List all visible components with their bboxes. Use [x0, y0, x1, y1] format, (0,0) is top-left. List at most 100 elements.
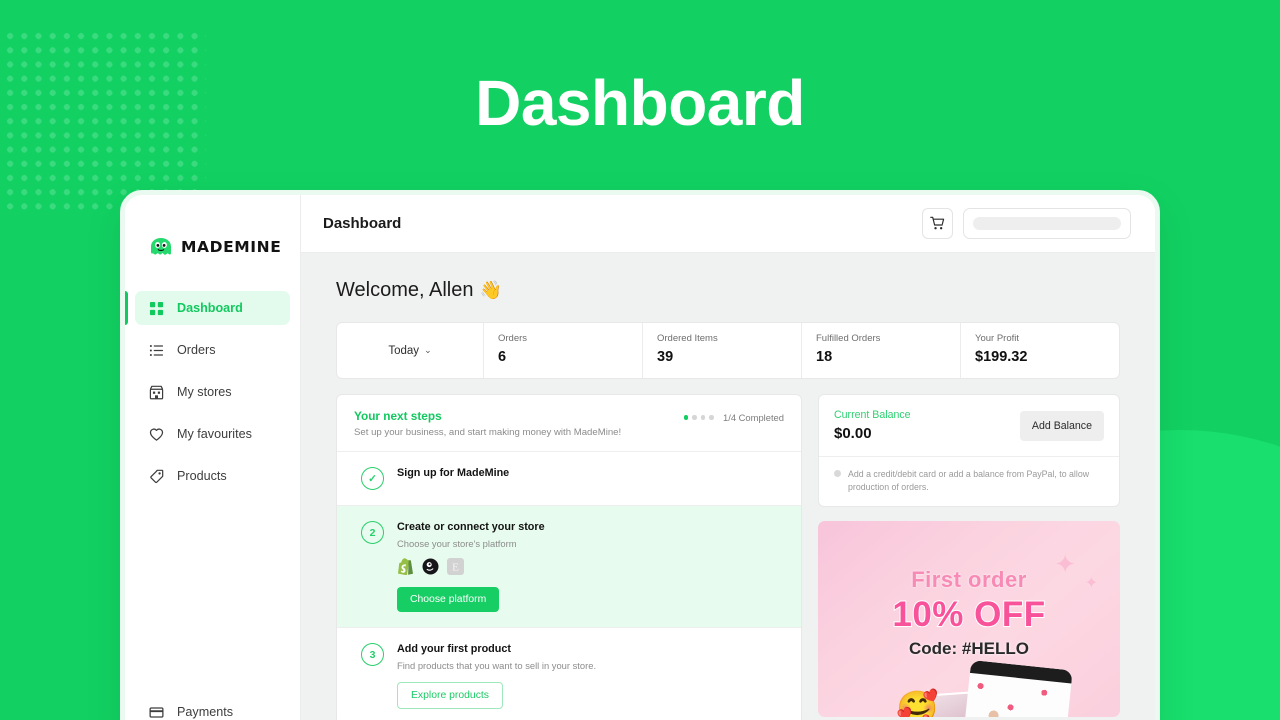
balance-note-text: Add a credit/debit card or add a balance…: [848, 469, 1090, 492]
platform-icon-row: E: [397, 558, 545, 575]
balance-label: Current Balance: [834, 409, 911, 421]
page-title: Dashboard: [323, 215, 402, 232]
sidebar-item-label: Products: [177, 469, 227, 483]
info-icon: [834, 470, 841, 477]
sidebar: MADEMINE Dashboard Orders My stores My f…: [125, 195, 301, 720]
sidebar-item-my-favourites[interactable]: My favourites: [135, 417, 290, 451]
stat-card-fulfilled-orders: Fulfilled Orders 18: [802, 323, 961, 378]
next-steps-header: Your next steps Set up your business, an…: [337, 395, 801, 451]
promo-banner[interactable]: ✦ ✦ First order 10% OFF Code: #HELLO 🥰: [818, 521, 1120, 717]
sidebar-item-products[interactable]: Products: [135, 459, 290, 493]
shopify-icon[interactable]: [397, 558, 414, 575]
sidebar-item-label: My stores: [177, 385, 232, 399]
step-title: Create or connect your store: [397, 521, 545, 533]
step-title: Sign up for MadeMine: [397, 467, 510, 479]
sidebar-item-dashboard[interactable]: Dashboard: [125, 291, 290, 325]
promo-text-group: First order 10% OFF Code: #HELLO: [818, 521, 1120, 659]
sidebar-item-label: Orders: [177, 343, 216, 357]
etsy-icon[interactable]: E: [447, 558, 464, 575]
explore-products-button[interactable]: Explore products: [397, 682, 503, 709]
lower-grid: Your next steps Set up your business, an…: [336, 394, 1120, 720]
grid-icon: [149, 301, 164, 315]
step-row-add-product: 3 Add your first product Find products t…: [337, 627, 801, 720]
step-row-signup: ✓ Sign up for MadeMine: [337, 451, 801, 505]
step-title: Add your first product: [397, 643, 511, 655]
list-icon: [149, 344, 164, 356]
sidebar-item-my-stores[interactable]: My stores: [135, 375, 290, 409]
progress-dot: [700, 415, 706, 420]
sidebar-item-label: Payments: [177, 705, 233, 719]
stat-label: Your Profit: [975, 333, 1020, 344]
stat-label: Fulfilled Orders: [816, 333, 881, 344]
topbar: Dashboard: [301, 195, 1155, 253]
chevron-down-icon: ⌄: [424, 345, 432, 355]
balance-value: $0.00: [834, 425, 872, 442]
add-balance-button[interactable]: Add Balance: [1019, 410, 1104, 441]
progress-dot: [709, 415, 715, 420]
progress-text: 1/4 Completed: [723, 412, 784, 423]
sidebar-item-payments[interactable]: Payments: [135, 695, 290, 720]
mademine-mascot-icon: [151, 238, 171, 255]
progress-dot: [692, 415, 697, 420]
svg-text:E: E: [452, 562, 459, 574]
promo-line-3: Code: #HELLO: [909, 639, 1029, 658]
heart-icon: [149, 428, 164, 441]
sidebar-item-label: My favourites: [177, 427, 252, 441]
topbar-actions: [922, 208, 1131, 239]
cart-button[interactable]: [922, 208, 953, 239]
content-area: Welcome, Allen 👋 Today ⌄ Orders 6 Ordere…: [301, 253, 1155, 720]
step-description: Find products that you want to sell in y…: [397, 660, 597, 671]
progress-indicator: 1/4 Completed: [683, 409, 784, 423]
main-region: Dashboard Welcome, Allen 👋 Today ⌄ Order…: [301, 195, 1155, 720]
step-badge: 3: [361, 643, 384, 666]
balance-top: Current Balance $0.00 Add Balance: [819, 395, 1119, 456]
page-root: Dashboard MADEMINE Dashboard Orders My s…: [0, 0, 1280, 720]
progress-dot: [683, 415, 689, 420]
next-steps-subtitle: Set up your business, and start making m…: [354, 427, 622, 438]
store-icon: [149, 385, 164, 399]
promo-line-2: 10% OFF: [891, 594, 1046, 635]
sidebar-nav: Dashboard Orders My stores My favourites…: [125, 291, 300, 501]
stat-label: Ordered Items: [657, 333, 718, 344]
next-steps-title: Your next steps: [354, 409, 442, 423]
promo-boxer-product: [961, 659, 1073, 717]
credit-card-icon: [149, 706, 164, 718]
search-input[interactable]: [963, 208, 1131, 239]
stat-card-orders: Orders 6: [484, 323, 643, 378]
brand-name: MADEMINE: [181, 238, 282, 256]
welcome-heading: Welcome, Allen 👋: [336, 279, 1120, 302]
stat-card-ordered-items: Ordered Items 39: [643, 323, 802, 378]
app-window: MADEMINE Dashboard Orders My stores My f…: [120, 190, 1160, 720]
tag-icon: [150, 469, 164, 483]
stat-label: Orders: [498, 333, 528, 344]
step-badge-check-icon: ✓: [361, 467, 384, 490]
smiling-hearts-emoji: 🥰: [896, 690, 939, 717]
promo-line-1: First order: [911, 567, 1027, 592]
hero-title: Dashboard: [475, 67, 805, 139]
brand-logo[interactable]: MADEMINE: [125, 195, 300, 267]
shopping-cart-icon: [930, 216, 945, 230]
sidebar-bottom-nav: Payments: [125, 695, 300, 720]
stats-strip: Today ⌄ Orders 6 Ordered Items 39 Fulfil…: [336, 322, 1120, 379]
step-description: Choose your store's platform: [397, 538, 517, 549]
stat-value: 6: [498, 349, 507, 365]
next-steps-card: Your next steps Set up your business, an…: [336, 394, 802, 720]
right-column: Current Balance $0.00 Add Balance Add a …: [818, 394, 1120, 717]
search-placeholder-skeleton: [973, 217, 1121, 230]
sidebar-item-orders[interactable]: Orders: [135, 333, 290, 367]
stat-value: 39: [657, 349, 674, 365]
period-label: Today: [388, 344, 420, 357]
step-row-connect-store: 2 Create or connect your store Choose yo…: [337, 505, 801, 627]
wave-emoji: 👋: [479, 280, 502, 300]
stat-value: $199.32: [975, 349, 1028, 365]
stat-card-your-profit: Your Profit $199.32: [961, 323, 1119, 378]
balance-card: Current Balance $0.00 Add Balance Add a …: [818, 394, 1120, 507]
wix-icon[interactable]: [422, 558, 439, 575]
step-badge: 2: [361, 521, 384, 544]
choose-platform-button[interactable]: Choose platform: [397, 587, 500, 612]
stat-value: 18: [816, 349, 833, 365]
welcome-text: Welcome, Allen: [336, 279, 474, 301]
period-selector[interactable]: Today ⌄: [337, 323, 484, 378]
balance-note: Add a credit/debit card or add a balance…: [819, 456, 1119, 506]
sidebar-item-label: Dashboard: [177, 301, 243, 315]
